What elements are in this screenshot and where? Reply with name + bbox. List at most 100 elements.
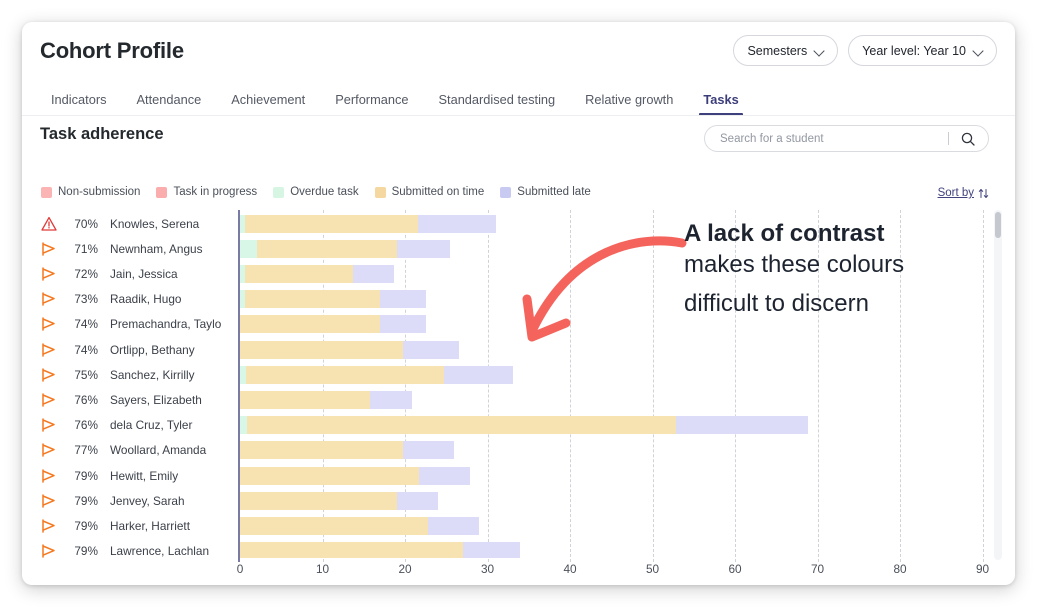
bar-segment-on-time[interactable] xyxy=(246,366,444,384)
row-percentage: 76% xyxy=(64,418,98,432)
tab-tasks[interactable]: Tasks xyxy=(688,92,753,116)
legend-swatch-task-in-progress xyxy=(156,187,167,198)
row-stacked-bar[interactable] xyxy=(240,215,496,233)
row-stacked-bar[interactable] xyxy=(240,315,426,333)
tab-bar: Indicators Attendance Achievement Perfor… xyxy=(40,84,754,116)
flag-icon xyxy=(41,316,57,332)
table-row[interactable]: 74%Ortlipp, Bethany xyxy=(22,337,993,362)
table-row[interactable]: 79%Lawrence, Lachlan xyxy=(22,539,993,558)
bar-segment-late[interactable] xyxy=(353,265,394,283)
row-stacked-bar[interactable] xyxy=(240,467,470,485)
flag-icon xyxy=(41,417,57,433)
row-stacked-bar[interactable] xyxy=(240,290,426,308)
bar-segment-on-time[interactable] xyxy=(240,341,403,359)
row-stacked-bar[interactable] xyxy=(240,492,438,510)
year-level-dropdown[interactable]: Year level: Year 10 xyxy=(848,35,997,66)
bar-segment-on-time[interactable] xyxy=(240,517,428,535)
bar-segment-late[interactable] xyxy=(380,290,426,308)
bar-segment-late[interactable] xyxy=(444,366,513,384)
row-percentage: 74% xyxy=(64,317,98,331)
bar-segment-on-time[interactable] xyxy=(240,542,463,558)
bar-segment-late[interactable] xyxy=(418,215,496,233)
row-percentage: 73% xyxy=(64,292,98,306)
bar-segment-overdue[interactable] xyxy=(240,416,247,434)
annotation-callout: A lack of contrast makes these colours d… xyxy=(684,222,994,324)
bar-segment-late[interactable] xyxy=(397,240,451,258)
row-stacked-bar[interactable] xyxy=(240,240,450,258)
row-stacked-bar[interactable] xyxy=(240,416,808,434)
screenshot-root: Cohort Profile Semesters Year level: Yea… xyxy=(0,0,1037,607)
bar-segment-on-time[interactable] xyxy=(240,391,370,409)
row-stacked-bar[interactable] xyxy=(240,517,479,535)
legend-item-task-in-progress: Task in progress xyxy=(156,186,257,198)
bar-segment-late[interactable] xyxy=(397,492,438,510)
flag-icon xyxy=(41,291,57,307)
bar-segment-on-time[interactable] xyxy=(240,315,380,333)
bar-segment-late[interactable] xyxy=(676,416,808,434)
row-stacked-bar[interactable] xyxy=(240,366,513,384)
row-student-name: Sanchez, Kirrilly xyxy=(110,368,230,382)
bar-segment-overdue[interactable] xyxy=(240,240,257,258)
table-row[interactable]: 79%Harker, Harriett xyxy=(22,513,993,538)
x-axis-tick-50: 50 xyxy=(646,562,659,576)
legend-item-submitted-on-time: Submitted on time xyxy=(375,186,485,198)
row-stacked-bar[interactable] xyxy=(240,441,454,459)
table-row[interactable]: 77%Woollard, Amanda xyxy=(22,438,993,463)
tab-performance[interactable]: Performance xyxy=(320,92,423,116)
bar-segment-late[interactable] xyxy=(403,341,459,359)
tab-attendance[interactable]: Attendance xyxy=(121,92,216,116)
rows-scrollbar-thumb[interactable] xyxy=(995,212,1001,238)
search-input[interactable] xyxy=(718,126,948,151)
bar-segment-on-time[interactable] xyxy=(257,240,397,258)
sort-by-button[interactable]: Sort by xyxy=(938,187,989,199)
table-row[interactable]: 75%Sanchez, Kirrilly xyxy=(22,362,993,387)
flag-icon xyxy=(41,493,57,509)
search-divider xyxy=(948,132,949,145)
bar-segment-on-time[interactable] xyxy=(240,441,403,459)
bar-segment-on-time[interactable] xyxy=(247,416,676,434)
bar-segment-on-time[interactable] xyxy=(240,492,397,510)
table-row[interactable]: 76%Sayers, Elizabeth xyxy=(22,387,993,412)
bar-segment-late[interactable] xyxy=(380,315,426,333)
table-row[interactable]: 76% dela Cruz, Tyler xyxy=(22,413,993,438)
flag-icon xyxy=(41,543,57,558)
row-percentage: 72% xyxy=(64,267,98,281)
row-student-name: Lawrence, Lachlan xyxy=(110,544,230,558)
bar-segment-late[interactable] xyxy=(403,441,453,459)
row-stacked-bar[interactable] xyxy=(240,391,412,409)
bar-segment-on-time[interactable] xyxy=(240,467,419,485)
search-student-box[interactable] xyxy=(704,125,989,152)
tab-indicators[interactable]: Indicators xyxy=(40,92,121,116)
tab-achievement[interactable]: Achievement xyxy=(216,92,320,116)
bar-segment-on-time[interactable] xyxy=(245,215,418,233)
row-stacked-bar[interactable] xyxy=(240,341,459,359)
header-controls: Semesters Year level: Year 10 xyxy=(733,35,997,66)
tab-standardised-testing[interactable]: Standardised testing xyxy=(423,92,570,116)
bar-segment-on-time[interactable] xyxy=(245,290,380,308)
table-row[interactable]: 79%Jenvey, Sarah xyxy=(22,488,993,513)
x-axis-tick-90: 90 xyxy=(976,562,989,576)
row-stacked-bar[interactable] xyxy=(240,265,394,283)
tab-bar-divider xyxy=(22,115,1015,116)
table-row[interactable]: 79%Hewitt, Emily xyxy=(22,463,993,488)
card-header: Cohort Profile Semesters Year level: Yea… xyxy=(22,22,1015,116)
bar-segment-late[interactable] xyxy=(463,542,520,558)
row-percentage: 79% xyxy=(64,519,98,533)
row-stacked-bar[interactable] xyxy=(240,542,520,558)
warning-triangle-icon xyxy=(41,216,57,232)
flag-icon xyxy=(41,468,57,484)
annotation-arrow-icon xyxy=(510,227,690,347)
section-title: Task adherence xyxy=(40,125,164,144)
bar-segment-late[interactable] xyxy=(428,517,479,535)
rows-scrollbar[interactable] xyxy=(994,210,1002,560)
row-student-name: dela Cruz, Tyler xyxy=(110,418,230,432)
semesters-dropdown[interactable]: Semesters xyxy=(733,35,838,66)
search-icon[interactable] xyxy=(961,132,975,146)
tab-relative-growth[interactable]: Relative growth xyxy=(570,92,688,116)
x-axis-tick-30: 30 xyxy=(481,562,494,576)
bar-segment-late[interactable] xyxy=(419,467,470,485)
bar-segment-late[interactable] xyxy=(370,391,412,409)
row-percentage: 74% xyxy=(64,343,98,357)
bar-segment-on-time[interactable] xyxy=(245,265,353,283)
row-student-name: Hewitt, Emily xyxy=(110,469,230,483)
